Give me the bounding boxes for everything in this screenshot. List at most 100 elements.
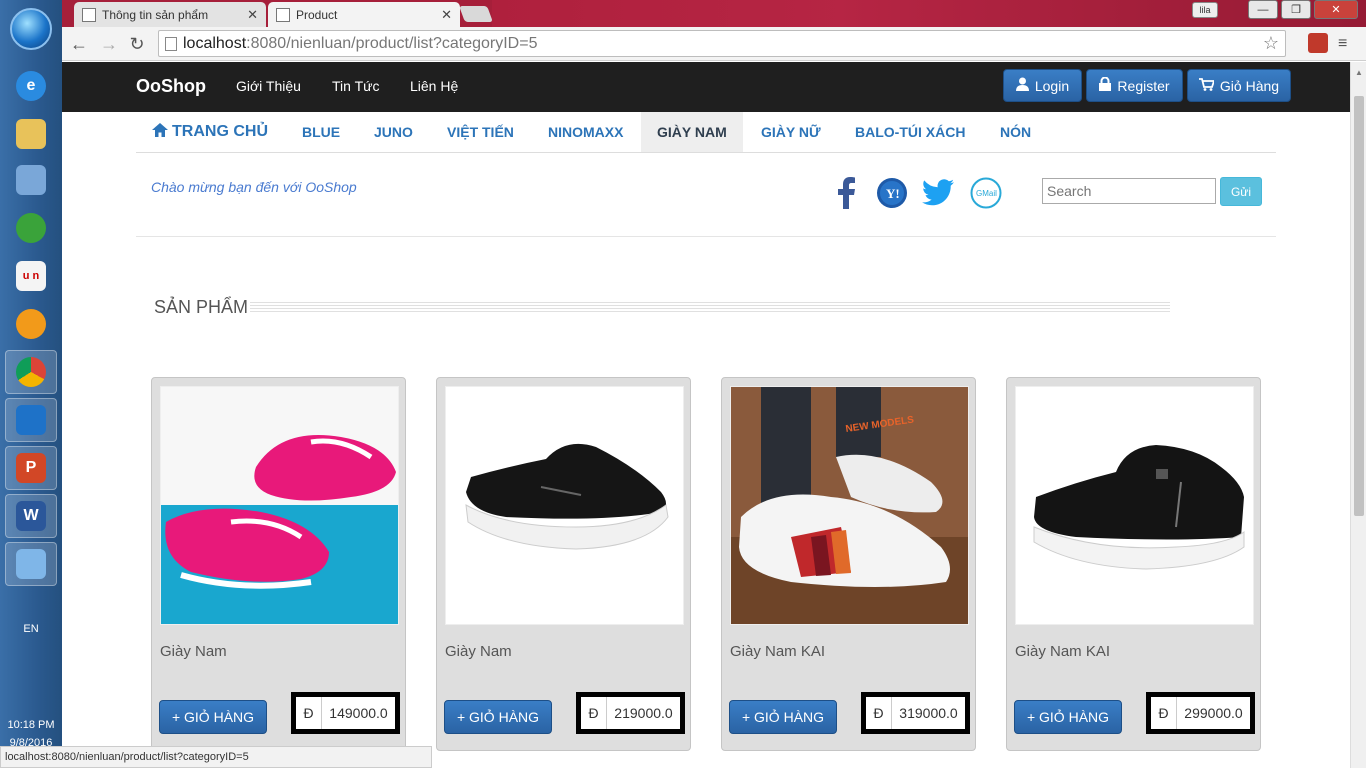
product-image[interactable]: NEW MODELS: [730, 386, 969, 625]
tab-title: Thông tin sản phẩm: [102, 7, 209, 22]
address-bar[interactable]: localhost:8080/nienluan/product/list?cat…: [158, 30, 1286, 57]
site-brand[interactable]: OoShop: [136, 76, 206, 97]
search-button[interactable]: Gửi: [1220, 177, 1262, 206]
login-label: Login: [1034, 77, 1070, 94]
register-button[interactable]: Register: [1086, 69, 1183, 102]
profile-button[interactable]: lila: [1192, 2, 1218, 18]
restore-button[interactable]: ❐: [1281, 0, 1311, 19]
nav-about[interactable]: Giới Thiệu: [236, 78, 301, 94]
add-to-cart-button[interactable]: + GIỎ HÀNG: [1014, 700, 1122, 734]
category-home[interactable]: TRANG CHỦ: [136, 112, 284, 152]
powerpoint-icon[interactable]: P: [5, 446, 57, 490]
nav-news[interactable]: Tin Tức: [332, 78, 380, 94]
language-indicator[interactable]: EN: [0, 623, 62, 635]
windows-taskbar: e u n P W EN 10:18 PM 9/8/2016: [0, 0, 62, 768]
url-host: localhost: [183, 35, 247, 52]
home-icon: [152, 113, 168, 137]
art-icon[interactable]: [5, 542, 57, 586]
product-name[interactable]: Giày Nam: [445, 643, 512, 660]
page-viewport: OoShop Giới Thiệu Tin Tức Liên Hệ Login …: [62, 62, 1350, 768]
header-divider: [136, 236, 1276, 237]
add-to-cart-button[interactable]: + GIỎ HÀNG: [159, 700, 267, 734]
cart-icon: [1198, 77, 1216, 94]
facebook-icon[interactable]: [830, 177, 862, 209]
unikey-icon[interactable]: u n: [5, 254, 57, 298]
new-tab-button[interactable]: [459, 6, 493, 22]
word-icon[interactable]: W: [5, 494, 57, 538]
clock-time[interactable]: 10:18 PM: [0, 719, 62, 731]
virtualbox-icon[interactable]: [5, 398, 57, 442]
price-value: 319000.0: [899, 705, 958, 721]
page-icon: [82, 7, 96, 22]
paint-icon[interactable]: [5, 158, 57, 202]
browser-toolbar: ← → ↻ localhost:8080/nienluan/product/li…: [62, 27, 1366, 61]
product-price: Đ 149000.0: [291, 692, 400, 734]
currency-symbol: Đ: [1151, 697, 1177, 729]
folder-icon[interactable]: [5, 112, 57, 156]
category-blue[interactable]: BLUE: [286, 112, 356, 152]
price-value: 149000.0: [329, 705, 388, 721]
gmail-icon[interactable]: GMail: [970, 177, 1002, 209]
category-label: TRANG CHỦ: [172, 123, 268, 140]
product-name[interactable]: Giày Nam: [160, 643, 227, 660]
login-button[interactable]: Login: [1003, 69, 1082, 102]
forward-icon[interactable]: →: [98, 33, 120, 55]
twitter-icon[interactable]: [922, 177, 954, 209]
tab-product-info[interactable]: Thông tin sản phẩm ✕: [74, 2, 266, 27]
page-icon: [165, 37, 177, 51]
bookmark-star-icon[interactable]: ☆: [1263, 31, 1279, 56]
page-scrollbar[interactable]: ▲: [1350, 62, 1366, 768]
category-balo-tui-xach[interactable]: BALO-TÚI XÁCH: [839, 112, 981, 152]
product-image[interactable]: [445, 386, 684, 625]
category-non[interactable]: NÓN: [984, 112, 1047, 152]
nav-contact[interactable]: Liên Hệ: [410, 78, 458, 94]
welcome-text: Chào mừng bạn đến với OoShop: [151, 179, 357, 195]
product-image[interactable]: [1015, 386, 1254, 625]
add-to-cart-button[interactable]: + GIỎ HÀNG: [729, 700, 837, 734]
page-icon: [276, 7, 290, 22]
search-input[interactable]: [1042, 178, 1216, 204]
product-name[interactable]: Giày Nam KAI: [1015, 643, 1110, 660]
section-title-decoration: [250, 302, 1170, 312]
product-image[interactable]: [160, 386, 399, 625]
scrollbar-thumb[interactable]: [1354, 96, 1364, 516]
minimize-button[interactable]: —: [1248, 0, 1278, 19]
product-price: Đ 219000.0: [576, 692, 685, 734]
close-icon[interactable]: ✕: [441, 7, 452, 23]
ie-icon[interactable]: e: [5, 64, 57, 108]
chrome-icon[interactable]: [5, 350, 57, 394]
back-icon[interactable]: ←: [68, 33, 90, 55]
category-ninomaxx[interactable]: NINOMAXX: [532, 112, 639, 152]
svg-text:Y!: Y!: [886, 186, 900, 201]
category-giay-nu[interactable]: GIÀY NỮ: [745, 112, 837, 152]
add-to-cart-button[interactable]: + GIỎ HÀNG: [444, 700, 552, 734]
category-giay-nam[interactable]: GIÀY NAM: [641, 112, 743, 152]
menu-icon[interactable]: ≡: [1338, 35, 1356, 53]
site-navbar: OoShop Giới Thiệu Tin Tức Liên Hệ Login …: [62, 62, 1350, 112]
window-close-button[interactable]: ✕: [1314, 0, 1358, 19]
extension-icon[interactable]: [1308, 33, 1328, 53]
category-juno[interactable]: JUNO: [358, 112, 429, 152]
reload-icon[interactable]: ↻: [126, 33, 148, 55]
category-viet-tien[interactable]: VIỆT TIẾN: [431, 112, 530, 152]
product-price: Đ 299000.0: [1146, 692, 1255, 734]
browser-window: Thông tin sản phẩm ✕ Product ✕ lila — ❐ …: [62, 0, 1366, 768]
picasa-icon[interactable]: [5, 206, 57, 250]
register-label: Register: [1117, 77, 1170, 94]
yahoo-icon[interactable]: Y!: [876, 177, 908, 209]
currency-symbol: Đ: [866, 697, 892, 729]
svg-text:GMail: GMail: [976, 189, 997, 198]
tab-title: Product: [296, 7, 338, 22]
start-button[interactable]: [10, 8, 52, 50]
product-card: Giày Nam + GIỎ HÀNG Đ 219000.0: [436, 377, 691, 751]
product-card: Giày Nam + GIỎ HÀNG Đ 149000.0: [151, 377, 406, 751]
category-bar: TRANG CHỦ BLUE JUNO VIỆT TIẾN NINOMAXX G…: [136, 112, 1276, 153]
cart-button[interactable]: Giỏ Hàng: [1187, 69, 1291, 102]
price-value: 219000.0: [614, 705, 673, 721]
scroll-up-icon[interactable]: ▲: [1355, 68, 1363, 77]
tab-product[interactable]: Product ✕: [268, 2, 460, 27]
messenger-icon[interactable]: [5, 302, 57, 346]
close-icon[interactable]: ✕: [247, 7, 258, 23]
product-name[interactable]: Giày Nam KAI: [730, 643, 825, 660]
currency-symbol: Đ: [581, 697, 607, 729]
